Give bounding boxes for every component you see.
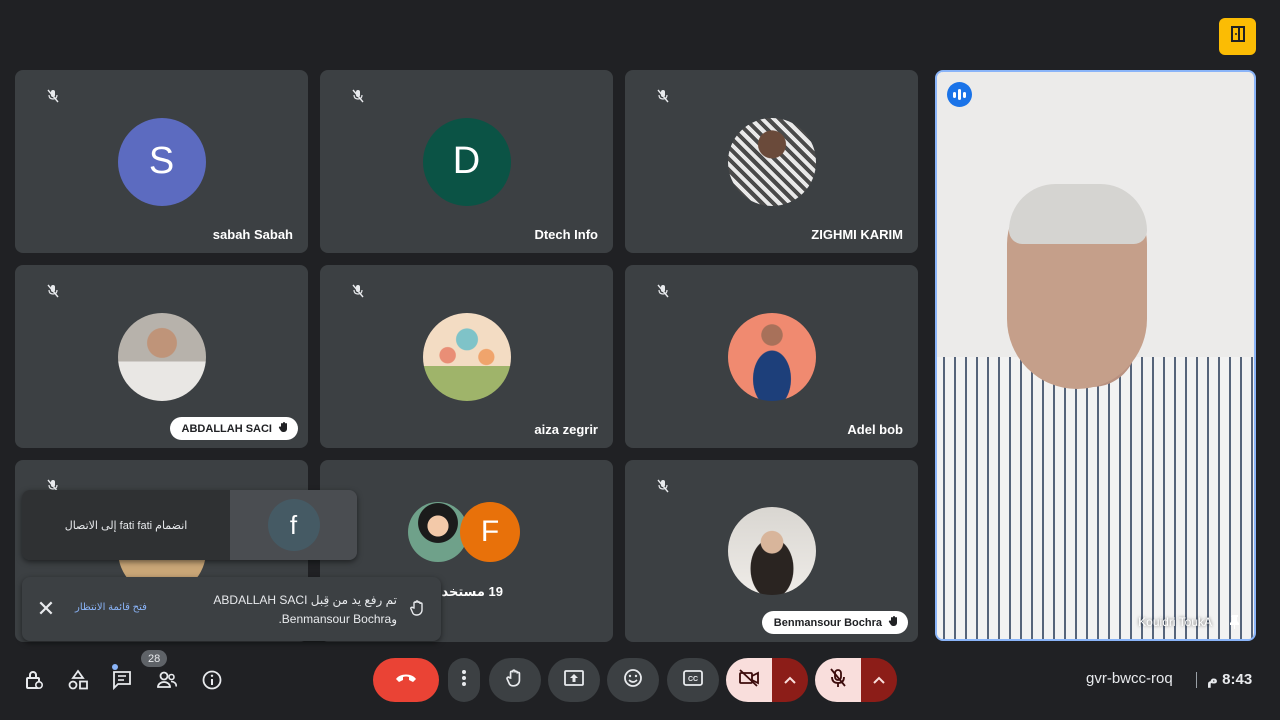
mic-options-button[interactable] <box>861 658 897 702</box>
raised-hand-icon <box>407 597 429 619</box>
meeting-code: gvr-bwcc-roq <box>1086 670 1173 687</box>
close-icon[interactable]: ✕ <box>34 596 58 621</box>
participant-name: aiza zegrir <box>534 422 598 437</box>
speaker-video-hair <box>1009 184 1147 244</box>
avatar <box>117 312 206 401</box>
people-icon[interactable] <box>151 664 183 696</box>
divider <box>1196 672 1197 688</box>
pin-icon[interactable] <box>1226 613 1244 631</box>
participant-name: ABDALLAH SACI <box>181 422 272 435</box>
leave-call-button[interactable] <box>373 658 439 702</box>
companion-mode-badge[interactable] <box>1219 18 1256 55</box>
mic-toggle-button[interactable] <box>815 658 861 702</box>
join-notification-avatar-area: f <box>230 490 357 560</box>
camera-options-button[interactable] <box>772 658 808 702</box>
chevron-up-icon <box>873 671 885 689</box>
mic-off-icon <box>651 474 675 498</box>
clock: 8:43 م <box>1207 671 1253 688</box>
mic-off-icon <box>41 84 65 108</box>
chat-icon[interactable] <box>106 664 138 696</box>
hang-up-icon <box>395 671 417 689</box>
participant-name: Dtech Info <box>534 227 598 242</box>
participant-name: sabah Sabah <box>212 227 293 242</box>
raised-hand-message: تم رفع يد من قِبل ABDALLAH SACI و‎Benman… <box>213 593 397 626</box>
hand-icon <box>505 668 525 693</box>
mic-off-icon <box>651 84 675 108</box>
participant-tile[interactable]: S sabah Sabah <box>15 70 308 253</box>
present-icon <box>563 669 585 692</box>
participant-name: Adel bob <box>847 422 903 437</box>
join-notification-text: انضمام fati fati إلى الاتصال <box>22 490 230 560</box>
participant-name: Benmansour Bochra <box>773 616 882 629</box>
participant-tile[interactable]: ZIGHMI KARIM <box>625 70 918 253</box>
emoji-icon <box>623 668 643 693</box>
more-vert-icon <box>461 669 467 692</box>
mic-off-icon <box>346 84 370 108</box>
mic-off-icon <box>346 279 370 303</box>
info-icon[interactable] <box>196 664 228 696</box>
reactions-button[interactable] <box>607 658 659 702</box>
captions-button[interactable]: CC <box>667 658 719 702</box>
host-controls-icon[interactable] <box>18 664 50 696</box>
more-options-button[interactable] <box>448 658 480 702</box>
open-queue-link[interactable]: فتح قائمة الانتظار <box>75 602 147 613</box>
raised-hand-icon <box>278 421 290 436</box>
speaking-indicator-icon <box>947 82 972 107</box>
unread-dot <box>112 664 118 670</box>
participant-name: ZIGHMI KARIM <box>811 227 903 242</box>
participant-name-pill: Benmansour Bochra <box>761 611 908 634</box>
avatar <box>422 312 511 401</box>
avatar <box>727 312 816 401</box>
avatar: D <box>422 117 511 206</box>
avatar <box>727 507 816 595</box>
camera-off-icon <box>738 668 760 692</box>
active-speaker-tile[interactable]: Kouidri ToukA <box>935 70 1256 641</box>
captions-icon: CC <box>683 669 703 691</box>
avatar: S <box>117 117 206 206</box>
avatar: F <box>460 502 520 562</box>
mic-off-icon <box>41 279 65 303</box>
avatar <box>727 117 816 206</box>
raised-hand-notification: ✕ فتح قائمة الانتظار تم رفع يد من قِبل A… <box>22 577 441 641</box>
participant-tile[interactable]: ABDALLAH SACI <box>15 265 308 448</box>
mic-off-icon <box>651 279 675 303</box>
door-icon <box>1229 25 1247 48</box>
avatar <box>408 502 468 562</box>
camera-toggle-button[interactable] <box>726 658 772 702</box>
raised-hand-icon <box>888 615 900 630</box>
activities-icon[interactable] <box>62 664 94 696</box>
participant-tile[interactable]: Adel bob <box>625 265 918 448</box>
present-screen-button[interactable] <box>548 658 600 702</box>
participant-name-pill: ABDALLAH SACI <box>169 417 298 440</box>
join-notification: انضمام fati fati إلى الاتصال f <box>22 490 357 560</box>
raise-hand-button[interactable] <box>489 658 541 702</box>
participant-name: Kouidri ToukA <box>1138 615 1212 629</box>
participant-tile[interactable]: aiza zegrir <box>320 265 613 448</box>
avatar: f <box>267 499 320 551</box>
participant-tile[interactable]: Benmansour Bochra <box>625 460 918 642</box>
chevron-up-icon <box>784 671 796 689</box>
speaker-video-body <box>937 357 1254 639</box>
mic-off-icon <box>829 667 847 693</box>
participant-tile[interactable]: D Dtech Info <box>320 70 613 253</box>
svg-text:CC: CC <box>688 676 698 683</box>
